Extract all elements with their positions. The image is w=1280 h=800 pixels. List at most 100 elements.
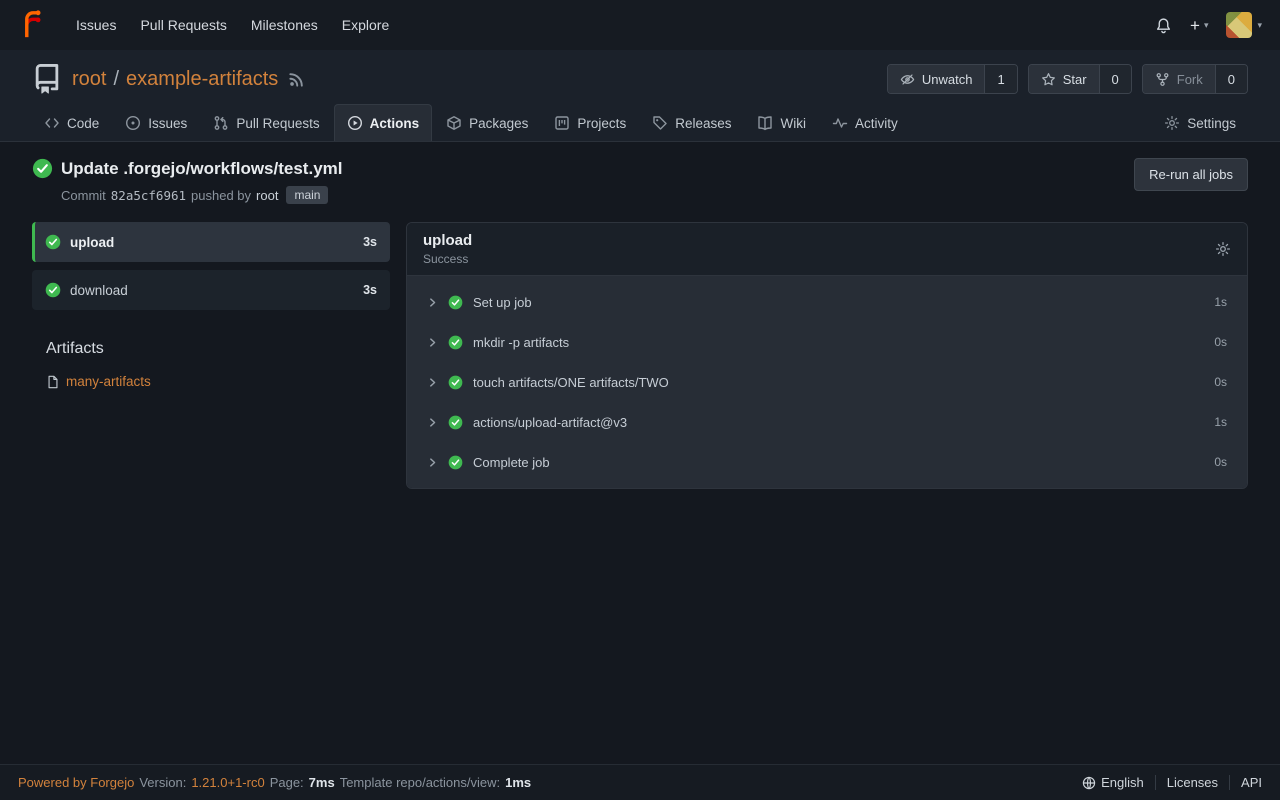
star-label: Star	[1063, 72, 1087, 87]
forgejo-logo-icon	[18, 10, 48, 40]
book-icon	[757, 115, 773, 131]
tab-projects[interactable]: Projects	[542, 105, 638, 141]
job-duration: 3s	[363, 235, 377, 249]
job-name: upload	[70, 235, 114, 250]
tab-packages[interactable]: Packages	[434, 105, 540, 141]
file-icon	[46, 375, 60, 389]
step-success-icon	[448, 375, 463, 390]
repo-tabs: Code Issues Pull Requests Actions Packag…	[32, 104, 1248, 141]
tab-label: Settings	[1187, 116, 1236, 131]
tab-actions[interactable]: Actions	[334, 104, 433, 141]
forks-count[interactable]: 0	[1215, 65, 1247, 93]
step-success-icon	[448, 295, 463, 310]
tab-settings[interactable]: Settings	[1152, 105, 1248, 141]
job-item-download[interactable]: download 3s	[32, 270, 390, 310]
step-success-icon	[448, 415, 463, 430]
step-duration: 1s	[1214, 295, 1227, 309]
tab-issues[interactable]: Issues	[113, 105, 199, 141]
tab-label: Wiki	[780, 116, 806, 131]
fork-button[interactable]: Fork	[1143, 65, 1215, 93]
template-time-value: 1ms	[505, 775, 531, 790]
artifact-download-link[interactable]: many-artifacts	[66, 374, 151, 389]
licenses-link[interactable]: Licenses	[1155, 775, 1229, 790]
step-name: mkdir -p artifacts	[473, 335, 569, 350]
nav-item-milestones[interactable]: Milestones	[239, 9, 330, 41]
nav-item-explore[interactable]: Explore	[330, 9, 401, 41]
api-link[interactable]: API	[1229, 775, 1262, 790]
navbar-links: Issues Pull Requests Milestones Explore	[64, 9, 401, 41]
step-success-icon	[448, 455, 463, 470]
notifications-bell-icon[interactable]	[1155, 17, 1172, 34]
job-success-icon	[45, 234, 61, 250]
language-selector[interactable]: English	[1071, 775, 1155, 790]
branch-badge[interactable]: main	[286, 186, 328, 204]
tag-icon	[652, 115, 668, 131]
step-row-complete-job[interactable]: Complete job 0s	[407, 442, 1247, 482]
star-button[interactable]: Star	[1029, 65, 1099, 93]
step-name: touch artifacts/ONE artifacts/TWO	[473, 375, 669, 390]
repo-owner-link[interactable]: root	[72, 68, 106, 91]
template-time-label: Template repo/actions/view:	[340, 775, 500, 790]
page-time-value: 7ms	[309, 775, 335, 790]
code-icon	[44, 115, 60, 131]
unwatch-button[interactable]: Unwatch	[888, 65, 985, 93]
nav-item-pull-requests[interactable]: Pull Requests	[128, 9, 238, 41]
pull-request-icon	[213, 115, 229, 131]
create-new-button[interactable]: + ▾	[1190, 17, 1208, 34]
chevron-right-icon	[427, 457, 438, 468]
rss-icon[interactable]	[288, 71, 305, 88]
commit-label: Commit	[61, 188, 106, 203]
version-link[interactable]: 1.21.0+1-rc0	[191, 775, 264, 790]
step-name: Set up job	[473, 295, 532, 310]
issue-circle-icon	[125, 115, 141, 131]
job-options-gear-icon[interactable]	[1215, 241, 1231, 257]
unwatch-label: Unwatch	[922, 72, 973, 87]
version-label: Version:	[139, 775, 186, 790]
repo-header: root / example-artifacts Unwatch 1	[0, 50, 1280, 142]
rerun-all-jobs-button[interactable]: Re-run all jobs	[1134, 158, 1248, 191]
step-success-icon	[448, 335, 463, 350]
top-navbar: Issues Pull Requests Milestones Explore …	[0, 0, 1280, 50]
step-row-mkdir[interactable]: mkdir -p artifacts 0s	[407, 322, 1247, 362]
jobs-sidebar: upload 3s download 3s Artifacts many-art…	[32, 222, 390, 489]
job-item-upload[interactable]: upload 3s	[32, 222, 390, 262]
powered-by-link[interactable]: Powered by Forgejo	[18, 775, 134, 790]
stars-count[interactable]: 0	[1099, 65, 1131, 93]
step-row-upload-artifact[interactable]: actions/upload-artifact@v3 1s	[407, 402, 1247, 442]
step-duration: 0s	[1214, 335, 1227, 349]
page-time-label: Page:	[270, 775, 304, 790]
run-title: Update .forgejo/workflows/test.yml	[61, 159, 343, 179]
pushed-by-label: pushed by	[191, 188, 251, 203]
steps-list: Set up job 1s mkdir -p artifacts 0s touc…	[407, 276, 1247, 488]
tab-label: Projects	[577, 116, 626, 131]
tab-releases[interactable]: Releases	[640, 105, 743, 141]
watchers-count[interactable]: 1	[984, 65, 1016, 93]
repo-name-link[interactable]: example-artifacts	[126, 68, 278, 91]
artifacts-section: Artifacts many-artifacts	[32, 340, 390, 389]
step-name: Complete job	[473, 455, 550, 470]
tab-activity[interactable]: Activity	[820, 105, 910, 141]
tab-code[interactable]: Code	[32, 105, 111, 141]
footer-links: English Licenses API	[1071, 775, 1262, 790]
actions-run-view: Update .forgejo/workflows/test.yml Commi…	[0, 142, 1280, 764]
commit-author-link[interactable]: root	[256, 188, 278, 203]
step-row-setup-job[interactable]: Set up job 1s	[407, 282, 1247, 322]
chevron-right-icon	[427, 297, 438, 308]
nav-item-issues[interactable]: Issues	[64, 9, 128, 41]
step-row-touch[interactable]: touch artifacts/ONE artifacts/TWO 0s	[407, 362, 1247, 402]
job-detail-header: upload Success	[407, 223, 1247, 276]
job-detail-name: upload	[423, 232, 472, 249]
chevron-down-icon: ▾	[1257, 20, 1262, 31]
page-footer: Powered by Forgejo Version: 1.21.0+1-rc0…	[0, 764, 1280, 800]
tab-label: Packages	[469, 116, 528, 131]
tab-pull-requests[interactable]: Pull Requests	[201, 105, 331, 141]
commit-sha-link[interactable]: 82a5cf6961	[111, 188, 186, 203]
forgejo-logo[interactable]	[18, 10, 48, 40]
tab-wiki[interactable]: Wiki	[745, 105, 818, 141]
star-button-group: Star 0	[1028, 64, 1132, 94]
chevron-right-icon	[427, 417, 438, 428]
user-avatar	[1226, 12, 1252, 38]
user-menu-button[interactable]: ▾	[1226, 12, 1262, 38]
chevron-right-icon	[427, 377, 438, 388]
artifacts-title: Artifacts	[46, 340, 390, 358]
